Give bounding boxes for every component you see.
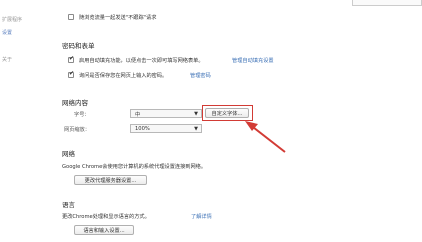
autofill-checkbox[interactable] <box>68 55 74 63</box>
manage-autofill-link[interactable]: 管理自动填充设置 <box>232 57 274 64</box>
manage-passwords-link[interactable]: 管理密码 <box>190 72 211 79</box>
network-description: Google Chrome会使用您计算机的系统代理设置连接到网络。 <box>62 164 207 170</box>
sidebar-item-settings[interactable]: 设置 <box>2 29 12 36</box>
save-passwords-checkbox[interactable] <box>68 70 74 78</box>
language-input-settings-button[interactable]: 语言和输入设置... <box>74 225 134 235</box>
learn-more-link[interactable]: 了解详情 <box>191 213 212 220</box>
network-heading: 网络 <box>62 150 75 158</box>
chevron-down-icon: ▼ <box>194 111 198 117</box>
save-passwords-label: 询问是否保存您在网页上输入的密码。 <box>79 73 168 79</box>
font-size-value: 中 <box>135 112 141 118</box>
do-not-track-label: 随浏览流量一起发送"不跟踪"请求 <box>79 15 157 21</box>
web-content-heading: 网络内容 <box>62 99 88 107</box>
page-zoom-label: 网页缩放： <box>64 127 90 133</box>
autofill-label: 启用自动填充功能，以便点击一次即可填写网络表单。 <box>79 58 204 64</box>
language-input-settings-button-label: 语言和输入设置... <box>83 228 125 234</box>
font-size-select[interactable]: 中 ▼ <box>130 109 202 118</box>
page-zoom-select[interactable]: 100% ▼ <box>130 124 202 133</box>
passwords-heading: 密码和表单 <box>62 42 95 50</box>
sidebar: 扩展程序 设置 关于 <box>0 0 36 242</box>
sidebar-item-extensions[interactable]: 扩展程序 <box>2 16 22 23</box>
do-not-track-checkbox[interactable] <box>68 14 74 20</box>
page-zoom-value: 100% <box>135 126 150 132</box>
font-size-label: 字号： <box>74 112 90 118</box>
highlight-box <box>202 105 253 121</box>
chevron-down-icon: ▼ <box>194 126 198 132</box>
language-heading: 语言 <box>62 201 75 209</box>
change-proxy-button-label: 更改代理服务器设置... <box>84 178 137 184</box>
language-description: 更改Chrome处理和显示语言的方式。 <box>62 214 150 220</box>
sidebar-item-about[interactable]: 关于 <box>2 56 12 63</box>
settings-main: 随浏览流量一起发送"不跟踪"请求 密码和表单 启用自动填充功能，以便点击一次即可… <box>36 0 422 242</box>
change-proxy-button[interactable]: 更改代理服务器设置... <box>74 175 147 185</box>
search-box-edge <box>352 0 422 6</box>
